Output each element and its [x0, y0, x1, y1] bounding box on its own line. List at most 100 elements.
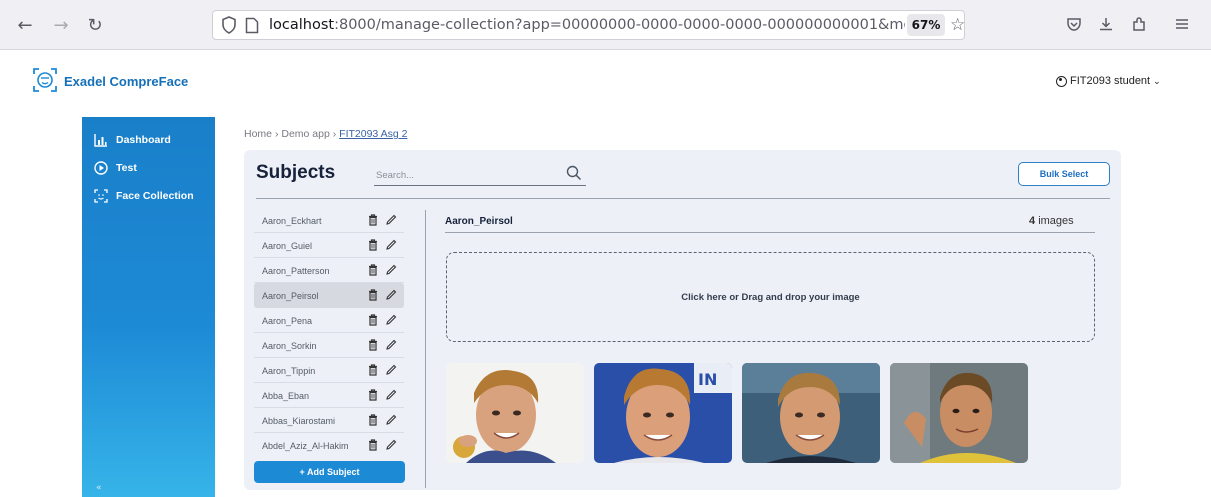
user-name: FIT2093 student — [1070, 75, 1151, 87]
trash-icon[interactable] — [368, 339, 378, 351]
trash-icon[interactable] — [368, 214, 378, 226]
divider — [256, 198, 1110, 199]
face-icon — [94, 189, 108, 203]
address-bar[interactable]: localhost:8000/manage-collection?app=000… — [212, 10, 965, 40]
trash-icon[interactable] — [368, 314, 378, 326]
breadcrumb-app[interactable]: Demo app — [281, 128, 329, 140]
subject-list: Aaron_Eckhart Aaron_Guiel Aaron_Patterso… — [254, 208, 406, 458]
trash-icon[interactable] — [1012, 369, 1028, 463]
trash-icon[interactable] — [368, 239, 378, 251]
sidebar-item-face-collection[interactable]: Face Collection — [94, 187, 194, 205]
pencil-icon[interactable] — [385, 264, 397, 276]
subject-row[interactable]: Aaron_Guiel — [254, 233, 404, 258]
sidebar-item-test[interactable]: Test — [94, 159, 137, 177]
vertical-divider — [425, 210, 426, 488]
bookmark-star-icon[interactable]: ☆ — [950, 15, 970, 35]
subjects-panel: Subjects Bulk Select Aaron_Eckhart Aaron… — [244, 150, 1121, 490]
page-icon — [245, 17, 259, 34]
face-photo-image: IN — [594, 363, 732, 463]
pencil-icon[interactable] — [385, 414, 397, 426]
subject-name: Aaron_Peirsol — [262, 291, 319, 301]
subject-name: Aaron_Eckhart — [262, 216, 322, 226]
subject-image-thumbnail[interactable] — [446, 363, 584, 463]
subject-row[interactable]: Abdel_Aziz_Al-Hakim — [254, 433, 404, 458]
extensions-icon[interactable] — [1127, 12, 1151, 36]
add-subject-button[interactable]: + Add Subject — [254, 461, 405, 483]
breadcrumb-separator: › — [274, 128, 279, 140]
selected-subject-name: Aaron_Peirsol — [445, 216, 513, 227]
shield-icon — [222, 16, 236, 34]
subject-row[interactable]: Abba_Eban — [254, 383, 404, 408]
subject-name: Aaron_Sorkin — [262, 341, 317, 351]
search-input[interactable] — [376, 168, 556, 183]
subject-name: Abdel_Aziz_Al-Hakim — [262, 441, 349, 451]
sidebar: Dashboard Test Face Collection « — [82, 117, 215, 497]
pencil-icon[interactable] — [385, 314, 397, 326]
breadcrumb-home[interactable]: Home — [244, 128, 272, 140]
browser-toolbar: ← → ↻ localhost:8000/manage-collection?a… — [0, 0, 1211, 50]
pencil-icon[interactable] — [385, 339, 397, 351]
sidebar-item-label: Face Collection — [116, 190, 194, 202]
app-logo-text[interactable]: Exadel CompreFace — [64, 74, 188, 89]
subject-row[interactable]: Aaron_Tippin — [254, 358, 404, 383]
sidebar-item-label: Test — [116, 162, 137, 174]
trash-icon[interactable] — [368, 264, 378, 276]
subject-name: Abba_Eban — [262, 391, 310, 401]
play-icon — [94, 161, 108, 175]
bulk-select-button[interactable]: Bulk Select — [1018, 162, 1110, 186]
trash-icon[interactable] — [568, 369, 584, 463]
face-photo-image — [446, 363, 584, 463]
pocket-icon[interactable] — [1062, 12, 1086, 36]
subject-row[interactable]: Abbas_Kiarostami — [254, 408, 404, 433]
compreface-logo-icon[interactable] — [32, 67, 58, 93]
subject-name: Aaron_Tippin — [262, 366, 316, 376]
image-count-label: images — [1038, 215, 1074, 227]
sidebar-collapse-button[interactable]: « — [96, 483, 102, 493]
trash-icon[interactable] — [368, 364, 378, 376]
trash-icon[interactable] — [368, 289, 378, 301]
zoom-level[interactable]: 67% — [907, 14, 945, 36]
subject-row[interactable]: Aaron_Pena — [254, 308, 404, 333]
user-icon — [1056, 75, 1067, 87]
menu-icon[interactable] — [1170, 12, 1194, 36]
dropzone-text: Click here or Drag and drop your image — [681, 291, 860, 303]
user-menu[interactable]: FIT2093 student ⌄ — [1056, 75, 1161, 87]
subject-image-thumbnail[interactable] — [890, 363, 1028, 463]
image-count-number: 4 — [1029, 215, 1036, 227]
back-arrow-icon[interactable]: ← — [12, 12, 38, 38]
breadcrumb-separator: › — [332, 128, 337, 140]
subject-name: Aaron_Patterson — [262, 266, 330, 276]
trash-icon[interactable] — [368, 389, 378, 401]
subject-row-selected[interactable]: Aaron_Peirsol — [254, 283, 404, 308]
subject-name: Aaron_Guiel — [262, 241, 313, 251]
subject-row[interactable]: Aaron_Eckhart — [254, 208, 404, 233]
url-text[interactable]: localhost:8000/manage-collection?app=000… — [269, 17, 905, 33]
trash-icon[interactable] — [368, 439, 378, 451]
chevron-down-icon: ⌄ — [1153, 75, 1161, 86]
reload-icon[interactable]: ↻ — [82, 12, 108, 38]
download-icon[interactable] — [1094, 12, 1118, 36]
subject-name: Abbas_Kiarostami — [262, 416, 336, 426]
search-icon[interactable] — [566, 165, 582, 181]
pencil-icon[interactable] — [385, 289, 397, 301]
subject-row[interactable]: Aaron_Patterson — [254, 258, 404, 283]
url-host: localhost — [269, 17, 335, 33]
forward-arrow-icon[interactable]: → — [48, 12, 74, 38]
breadcrumb: Home › Demo app › FIT2093 Asg 2 — [244, 128, 407, 140]
pencil-icon[interactable] — [385, 364, 397, 376]
trash-icon[interactable] — [864, 369, 880, 463]
pencil-icon[interactable] — [385, 389, 397, 401]
pencil-icon[interactable] — [385, 214, 397, 226]
breadcrumb-current[interactable]: FIT2093 Asg 2 — [339, 128, 407, 140]
sidebar-item-dashboard[interactable]: Dashboard — [94, 131, 171, 149]
image-dropzone[interactable]: Click here or Drag and drop your image — [446, 252, 1095, 342]
subject-image-thumbnail[interactable]: IN — [594, 363, 732, 463]
trash-icon[interactable] — [368, 414, 378, 426]
pencil-icon[interactable] — [385, 239, 397, 251]
subject-name: Aaron_Pena — [262, 316, 313, 326]
face-photo-image — [890, 363, 1028, 463]
pencil-icon[interactable] — [385, 439, 397, 451]
dashboard-icon — [94, 134, 107, 147]
subject-row[interactable]: Aaron_Sorkin — [254, 333, 404, 358]
subject-image-thumbnail[interactable] — [742, 363, 880, 463]
